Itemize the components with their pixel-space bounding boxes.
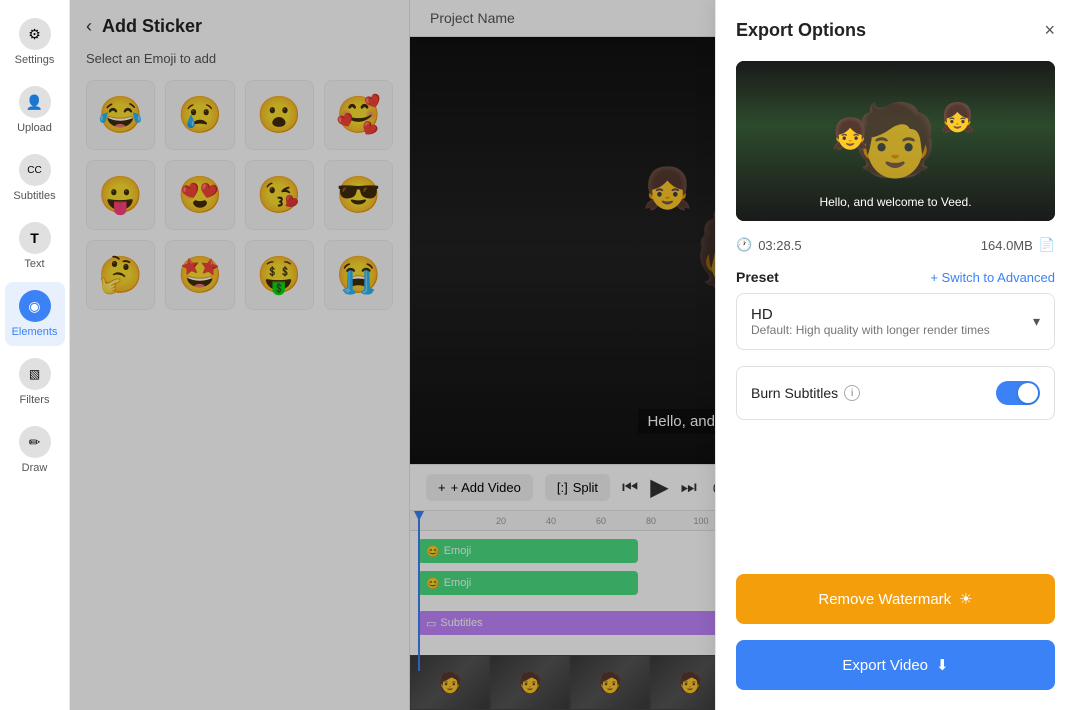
- preview-meta: 🕐 03:28.5 164.0MB 📄: [736, 237, 1055, 253]
- toggle-knob: [1018, 383, 1038, 403]
- filesize-value: 164.0MB: [981, 238, 1033, 253]
- filters-icon: ▧: [19, 358, 51, 390]
- preview-caption: Hello, and welcome to Veed.: [819, 195, 971, 209]
- sidebar-item-draw[interactable]: ✏ Draw: [5, 418, 65, 482]
- preview-sticker-1: 👧: [832, 117, 869, 152]
- sidebar-item-elements-label: Elements: [12, 326, 58, 338]
- sidebar-item-draw-label: Draw: [22, 462, 48, 474]
- preset-info: HD Default: High quality with longer ren…: [751, 306, 990, 337]
- duration-value: 03:28.5: [758, 238, 801, 253]
- burn-subtitles-row: Burn Subtitles i: [736, 366, 1055, 420]
- preview-sticker-2: 👧: [940, 101, 975, 134]
- preset-header: Preset + Switch to Advanced: [736, 269, 1055, 285]
- switch-to-advanced-button[interactable]: + Switch to Advanced: [930, 270, 1055, 285]
- file-icon: 📄: [1039, 237, 1055, 253]
- preview-bg: 🧑 👧 👧 Hello, and welcome to Veed.: [736, 61, 1055, 221]
- sidebar-item-settings-label: Settings: [15, 54, 55, 66]
- sidebar-item-filters-label: Filters: [20, 394, 50, 406]
- subtitles-icon: CC: [19, 154, 51, 186]
- burn-subtitles-info-icon[interactable]: i: [844, 385, 860, 401]
- export-title: Export Options: [736, 20, 866, 41]
- burn-label-area: Burn Subtitles i: [751, 385, 860, 401]
- sidebar-item-subtitles-label: Subtitles: [13, 190, 55, 202]
- sidebar: ⚙ Settings 👤 Upload CC Subtitles T Text …: [0, 0, 70, 710]
- export-panel: Export Options × 🧑 👧 👧 Hello, and welcom…: [715, 0, 1075, 710]
- main-content: ‹ Add Sticker Select an Emoji to add 😂 😢…: [70, 0, 1075, 710]
- draw-icon: ✏: [19, 426, 51, 458]
- remove-watermark-button[interactable]: Remove Watermark ☀: [736, 574, 1055, 624]
- upload-icon: 👤: [19, 86, 51, 118]
- remove-watermark-label: Remove Watermark: [818, 591, 951, 608]
- sidebar-item-text-label: Text: [24, 258, 44, 270]
- preset-section: Preset + Switch to Advanced HD Default: …: [736, 269, 1055, 350]
- settings-icon: ⚙: [19, 18, 51, 50]
- watermark-icon: ☀: [959, 590, 972, 608]
- preset-desc: Default: High quality with longer render…: [751, 323, 990, 337]
- clock-icon: 🕐: [736, 237, 752, 253]
- preset-label: Preset: [736, 269, 779, 285]
- preview-thumbnail: 🧑 👧 👧 Hello, and welcome to Veed.: [736, 61, 1055, 221]
- meta-duration: 🕐 03:28.5: [736, 237, 802, 253]
- burn-subtitles-toggle[interactable]: [996, 381, 1040, 405]
- preset-name: HD: [751, 306, 990, 323]
- meta-filesize: 164.0MB 📄: [981, 237, 1055, 253]
- sidebar-item-filters[interactable]: ▧ Filters: [5, 350, 65, 414]
- sidebar-item-elements[interactable]: ◉ Elements: [5, 282, 65, 346]
- burn-subtitles-label: Burn Subtitles: [751, 385, 838, 401]
- chevron-down-icon: ▾: [1033, 313, 1040, 330]
- sidebar-item-upload[interactable]: 👤 Upload: [5, 78, 65, 142]
- text-icon: T: [19, 222, 51, 254]
- elements-icon: ◉: [19, 290, 51, 322]
- sidebar-item-text[interactable]: T Text: [5, 214, 65, 278]
- sidebar-item-upload-label: Upload: [17, 122, 52, 134]
- sidebar-item-subtitles[interactable]: CC Subtitles: [5, 146, 65, 210]
- sidebar-item-settings[interactable]: ⚙ Settings: [5, 10, 65, 74]
- preset-dropdown[interactable]: HD Default: High quality with longer ren…: [736, 293, 1055, 350]
- close-export-button[interactable]: ×: [1044, 20, 1055, 41]
- download-icon: ⬇: [936, 656, 949, 674]
- export-video-label: Export Video: [842, 657, 928, 674]
- export-header: Export Options ×: [736, 20, 1055, 41]
- export-video-button[interactable]: Export Video ⬇: [736, 640, 1055, 690]
